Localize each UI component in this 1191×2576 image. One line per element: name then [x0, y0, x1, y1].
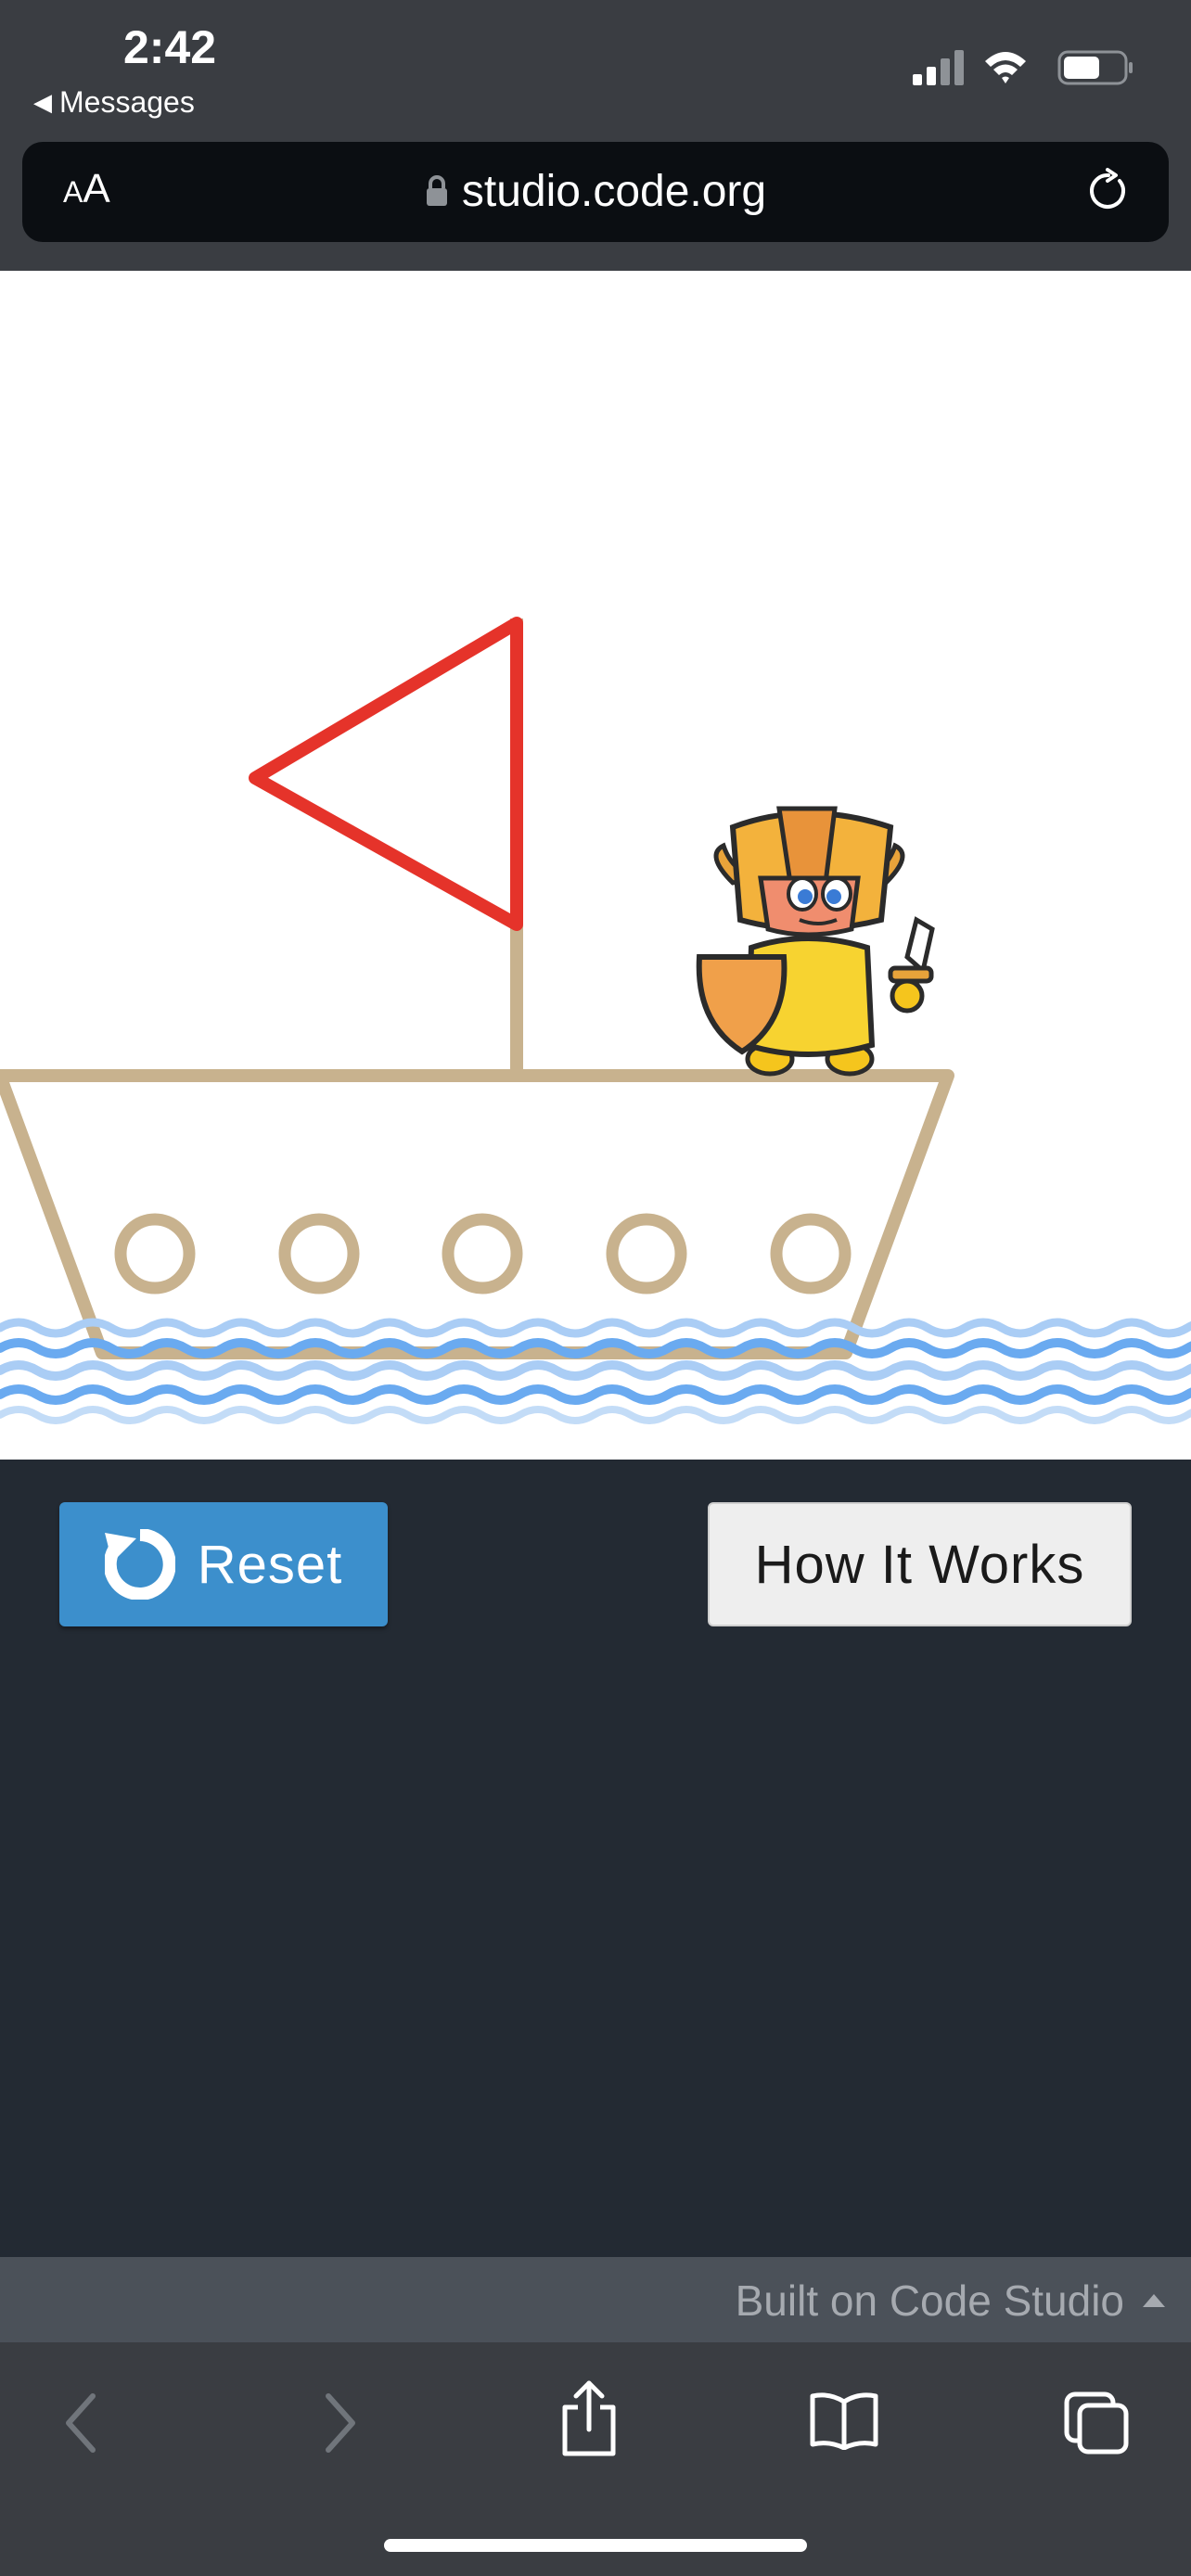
battery-icon [1057, 50, 1133, 85]
reset-button[interactable]: Reset [59, 1502, 388, 1626]
status-bar: 2:42 ◀ Messages [0, 0, 1191, 139]
game-stage[interactable] [0, 271, 1191, 1460]
reset-button-label: Reset [197, 1534, 343, 1595]
lock-icon [426, 175, 447, 206]
back-icon[interactable] [61, 2391, 102, 2455]
wifi-icon [985, 52, 1026, 83]
status-icons [913, 50, 1133, 85]
how-it-works-label: How It Works [754, 1534, 1085, 1595]
share-icon[interactable] [559, 2379, 619, 2457]
url-display[interactable]: studio.code.org [22, 166, 1169, 217]
address-bar[interactable]: AA studio.code.org [22, 142, 1169, 242]
knight-character [696, 806, 935, 1077]
ship-sail [249, 617, 523, 931]
back-link-label: Messages [59, 85, 195, 119]
back-caret-icon: ◀ [33, 88, 52, 116]
forward-icon[interactable] [319, 2391, 360, 2455]
how-it-works-button[interactable]: How It Works [708, 1502, 1132, 1626]
stage-drawing [0, 617, 1191, 1424]
home-indicator [384, 2539, 807, 2552]
status-time: 2:42 [123, 21, 217, 73]
reset-icon [104, 1529, 175, 1600]
code-studio-footer[interactable]: Built on Code Studio [0, 2257, 1191, 2342]
bookmarks-icon[interactable] [809, 2391, 879, 2450]
url-text: studio.code.org [461, 167, 767, 216]
cellular-signal-icon [913, 50, 964, 85]
back-to-messages-link[interactable]: ◀ Messages [33, 85, 195, 120]
built-on-label: Built on Code Studio [735, 2276, 1124, 2325]
reload-icon[interactable] [1085, 168, 1132, 214]
tabs-icon[interactable] [1063, 2391, 1130, 2455]
caret-up-icon [1143, 2294, 1165, 2307]
